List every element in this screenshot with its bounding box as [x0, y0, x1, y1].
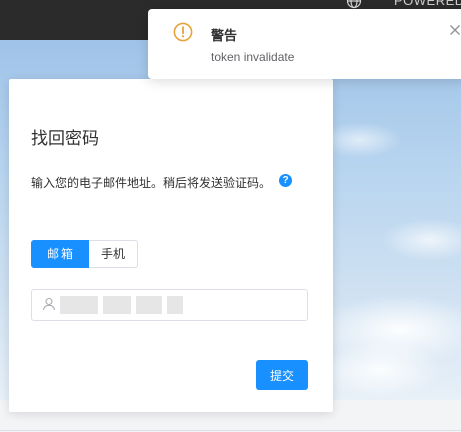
warning-circle-icon	[173, 22, 193, 42]
close-icon[interactable]	[449, 24, 461, 36]
tab-phone[interactable]: 手机	[89, 240, 139, 268]
question-circle-icon[interactable]: ?	[279, 174, 292, 187]
divider	[0, 430, 461, 431]
warning-notification: 警告 token invalidate	[148, 9, 461, 79]
password-recovery-card: 找回密码 输入您的电子邮件地址。稍后将发送验证码。 ? 邮箱 手机 提交	[9, 79, 333, 412]
tab-email[interactable]: 邮箱	[31, 240, 90, 268]
notification-title: 警告	[211, 29, 238, 44]
redacted-value	[60, 296, 200, 314]
submit-button[interactable]: 提交	[256, 360, 308, 390]
instruction-text: 输入您的电子邮件地址。稍后将发送验证码。	[31, 176, 272, 190]
globe-icon[interactable]	[346, 0, 362, 9]
page-title: 找回密码	[31, 129, 99, 149]
powered-by-text: POWERED	[394, 0, 461, 8]
recovery-method-tabs: 邮箱 手机	[31, 240, 139, 268]
user-icon	[42, 297, 56, 311]
notification-message: token invalidate	[211, 50, 295, 64]
email-field[interactable]	[31, 289, 308, 321]
